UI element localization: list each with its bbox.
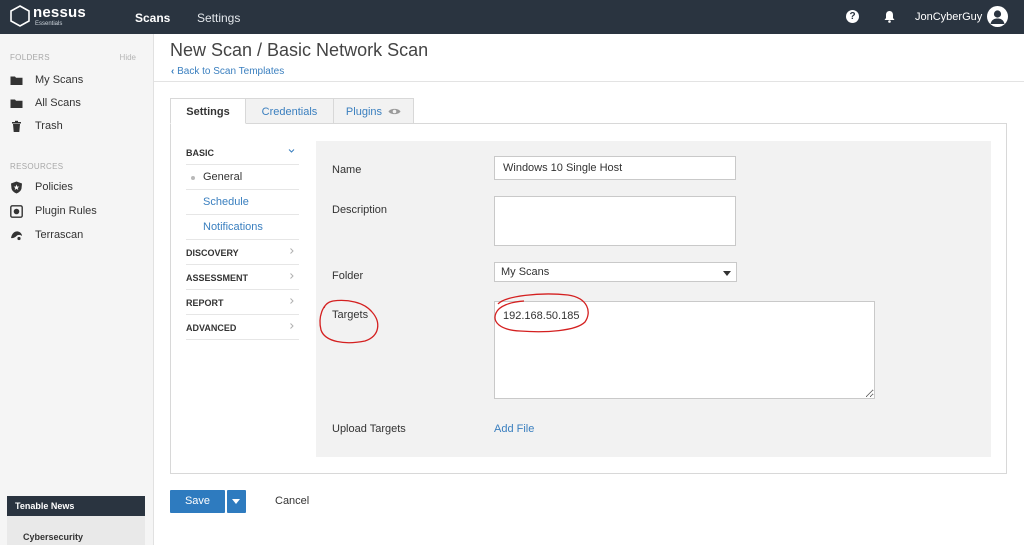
folder-label: Folder xyxy=(332,270,364,282)
targets-input[interactable]: 192.168.50.185 xyxy=(494,301,875,399)
submenu-label: ADVANCED xyxy=(186,323,237,333)
sidebar-item-all-scans[interactable]: All Scans xyxy=(10,95,81,111)
bell-icon[interactable] xyxy=(883,10,896,23)
user-avatar-icon xyxy=(990,10,1005,24)
description-label: Description xyxy=(332,204,388,216)
submenu-report[interactable]: REPORT xyxy=(186,290,299,315)
nav-settings[interactable]: Settings xyxy=(197,11,240,25)
folder-select[interactable]: My Scans xyxy=(494,262,737,282)
tenable-news-widget[interactable]: Tenable News Cybersecurity xyxy=(7,496,145,545)
folders-heading: FOLDERS xyxy=(10,53,50,62)
chevron-right-icon xyxy=(290,298,294,304)
nav-scans[interactable]: Scans xyxy=(135,11,170,25)
sidebar-item-trash[interactable]: Trash xyxy=(10,118,63,134)
chevron-right-icon xyxy=(290,323,294,329)
name-label: Name xyxy=(332,164,362,176)
active-dot-icon xyxy=(191,176,195,180)
plugin-rules-icon xyxy=(10,204,23,218)
submenu-label: REPORT xyxy=(186,298,224,308)
sidebar-item-my-scans[interactable]: My Scans xyxy=(10,72,83,88)
sidebar-item-label: Terrascan xyxy=(35,229,84,241)
tab-plugins-label: Plugins xyxy=(345,106,382,118)
news-text[interactable]: Cybersecurity xyxy=(7,516,145,542)
submenu-basic[interactable]: BASIC xyxy=(186,140,299,165)
name-input[interactable] xyxy=(494,156,736,180)
caret-down-icon xyxy=(232,499,240,504)
avatar[interactable] xyxy=(987,6,1008,27)
shield-icon xyxy=(11,181,22,193)
nessus-logo[interactable]: nessus Essentials xyxy=(10,5,86,27)
submenu-assessment[interactable]: ASSESSMENT xyxy=(186,265,299,290)
news-heading: Tenable News xyxy=(7,496,145,516)
submenu-label: BASIC xyxy=(186,148,215,158)
resources-heading: RESOURCES xyxy=(10,162,64,171)
submenu-discovery[interactable]: DISCOVERY xyxy=(186,240,299,265)
folder-selected-value: My Scans xyxy=(501,266,550,278)
sidebar-item-label: Policies xyxy=(35,181,73,193)
submenu-notifications[interactable]: Notifications xyxy=(186,215,299,240)
description-input[interactable] xyxy=(494,196,736,246)
sidebar-item-plugin-rules[interactable]: Plugin Rules xyxy=(10,203,97,219)
targets-label: Targets xyxy=(332,309,369,321)
chevron-right-icon xyxy=(290,248,294,254)
top-bar: nessus Essentials Scans Settings ? JonCy… xyxy=(0,0,1024,34)
sidebar-item-label: All Scans xyxy=(35,97,81,109)
upload-targets-label: Upload Targets xyxy=(332,423,406,435)
submenu-schedule[interactable]: Schedule xyxy=(186,190,299,215)
submenu-advanced[interactable]: ADVANCED xyxy=(186,315,299,340)
back-link-label: Back to Scan Templates xyxy=(177,66,285,77)
submenu-label: DISCOVERY xyxy=(186,248,239,258)
chevron-right-icon xyxy=(290,273,294,279)
tab-credentials[interactable]: Credentials xyxy=(246,98,334,124)
brand-edition: Essentials xyxy=(35,21,63,27)
submenu-label: ASSESSMENT xyxy=(186,273,249,283)
submenu-child-label: General xyxy=(203,171,243,183)
eye-icon xyxy=(388,108,401,115)
hide-sidebar-link[interactable]: Hide xyxy=(120,53,136,62)
brand-name: nessus xyxy=(33,4,86,21)
back-to-templates-link[interactable]: ‹ Back to Scan Templates xyxy=(171,66,284,77)
folder-icon xyxy=(10,99,23,108)
sidebar: FOLDERS Hide My Scans All Scans Trash RE… xyxy=(0,34,154,545)
sidebar-item-label: My Scans xyxy=(35,74,84,86)
submenu-general[interactable]: General xyxy=(186,165,299,190)
page-title: New Scan / Basic Network Scan xyxy=(170,40,429,60)
hexagon-logo-icon xyxy=(10,5,30,27)
chevron-down-icon xyxy=(288,149,295,153)
sidebar-item-policies[interactable]: Policies xyxy=(10,179,73,195)
form-area xyxy=(316,141,991,457)
help-icon[interactable]: ? xyxy=(846,10,859,23)
trash-icon xyxy=(12,120,21,132)
user-name[interactable]: JonCyberGuy xyxy=(915,11,982,23)
save-options-button[interactable] xyxy=(227,490,246,513)
sidebar-item-label: Trash xyxy=(35,120,63,132)
sidebar-item-terrascan[interactable]: Terrascan xyxy=(10,227,83,243)
tab-settings[interactable]: Settings xyxy=(170,98,246,124)
sidebar-item-label: Plugin Rules xyxy=(35,205,97,217)
folder-icon xyxy=(10,76,23,85)
terrascan-icon xyxy=(11,230,22,240)
cancel-button[interactable]: Cancel xyxy=(275,495,309,507)
tab-plugins[interactable]: Plugins xyxy=(334,98,414,124)
caret-down-icon xyxy=(723,271,731,276)
add-file-link[interactable]: Add File xyxy=(494,423,534,435)
save-button[interactable]: Save xyxy=(170,490,225,513)
divider xyxy=(154,81,1024,82)
